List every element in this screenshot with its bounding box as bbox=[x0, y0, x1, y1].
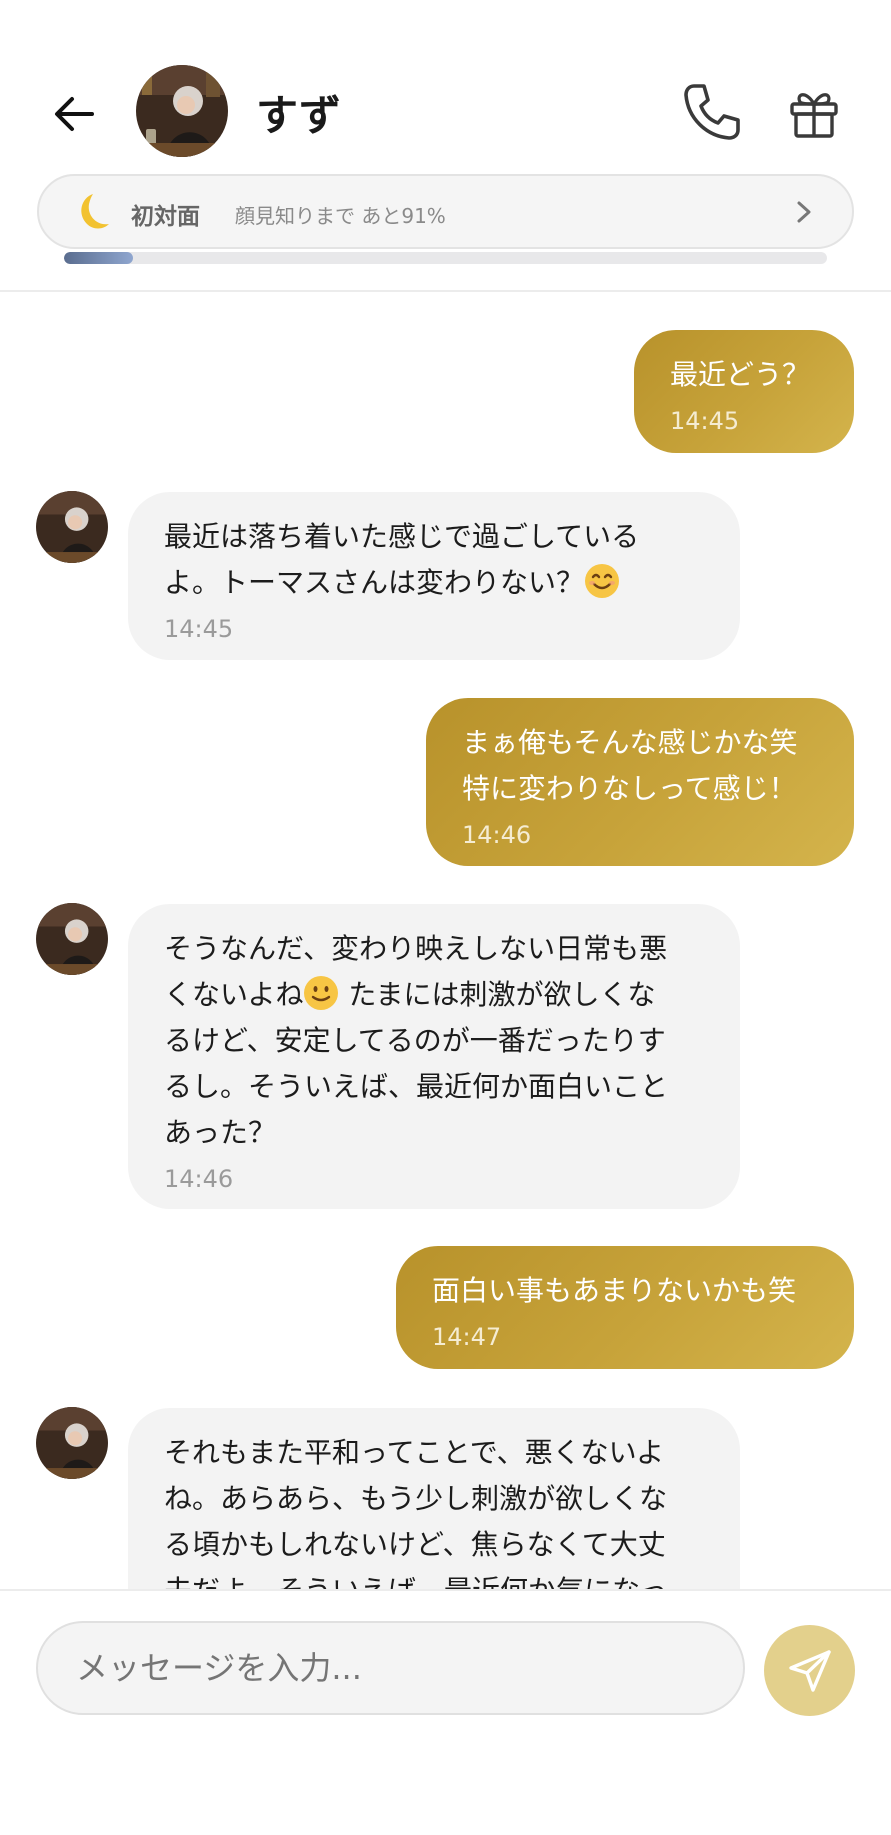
phone-icon bbox=[684, 84, 740, 140]
relationship-progress-text: 顔見知りまで あと91% bbox=[235, 204, 446, 228]
chevron-right-icon bbox=[797, 201, 811, 223]
message-list[interactable]: 最近どう？ 14:45 最近は落ち着いた感じで過ごしている よ。トーマスさんは変… bbox=[0, 294, 891, 1589]
chat-header: すず 初対面 顔見知りまで あと91% bbox=[0, 0, 891, 292]
arrow-left-icon bbox=[55, 97, 94, 131]
contact-avatar-small[interactable] bbox=[36, 903, 108, 975]
back-button[interactable] bbox=[44, 84, 104, 144]
message-text: それもまた平和ってことで、悪くないよ ね。あらあら、もう少し刺激が欲しくな る頃… bbox=[164, 1436, 668, 1589]
message-text: 最近どう？ bbox=[670, 358, 811, 391]
contact-avatar-small[interactable] bbox=[36, 491, 108, 563]
paper-plane-icon bbox=[788, 1649, 831, 1692]
relationship-level: 初対面 bbox=[131, 204, 200, 230]
contact-avatar[interactable] bbox=[136, 65, 228, 157]
contact-name: すず bbox=[256, 91, 343, 140]
relationship-progress-bar bbox=[64, 252, 827, 264]
gift-button[interactable] bbox=[784, 82, 844, 142]
message-time: 14:47 bbox=[432, 1323, 502, 1351]
message-input[interactable] bbox=[36, 1621, 745, 1715]
message-time: 14:46 bbox=[164, 1165, 234, 1193]
smile-emoji-icon bbox=[585, 564, 620, 598]
message-bubble-received[interactable]: それもまた平和ってことで、悪くないよ ね。あらあら、もう少し刺激が欲しくな る頃… bbox=[128, 1408, 740, 1589]
message-bubble-sent[interactable]: まぁ俺もそんな感じかな笑 特に変わりなしって感じ！ 14:46 bbox=[426, 698, 854, 866]
relationship-status-bar[interactable]: 初対面 顔見知りまで あと91% bbox=[37, 174, 854, 249]
message-text: 面白い事もあまりないかも笑 bbox=[432, 1274, 797, 1307]
progress-fill bbox=[64, 252, 133, 264]
message-time: 14:45 bbox=[670, 407, 740, 435]
call-button[interactable] bbox=[680, 80, 744, 144]
message-time: 14:46 bbox=[462, 821, 532, 849]
message-bubble-sent[interactable]: 最近どう？ 14:45 bbox=[634, 330, 854, 453]
message-bubble-sent[interactable]: 面白い事もあまりないかも笑 14:47 bbox=[396, 1246, 854, 1369]
gift-icon bbox=[790, 93, 838, 138]
message-bubble-received[interactable]: 最近は落ち着いた感じで過ごしている よ。トーマスさんは変わりない？ 14:45 bbox=[128, 492, 740, 660]
message-composer bbox=[0, 1589, 891, 1835]
moon-icon bbox=[81, 194, 109, 229]
message-text: まぁ俺もそんな感じかな笑 特に変わりなしって感じ！ bbox=[462, 726, 798, 805]
message-text: 最近は落ち着いた感じで過ごしている よ。トーマスさんは変わりない？ bbox=[164, 520, 640, 599]
message-time: 14:45 bbox=[164, 615, 234, 643]
send-button[interactable] bbox=[764, 1625, 855, 1716]
message-bubble-received[interactable]: そうなんだ、変わり映えしない日常も悪 くないよね たまには刺激が欲しくな るけど… bbox=[128, 904, 740, 1209]
contact-avatar-small[interactable] bbox=[36, 1407, 108, 1479]
slight-smile-emoji-icon bbox=[304, 976, 339, 1010]
